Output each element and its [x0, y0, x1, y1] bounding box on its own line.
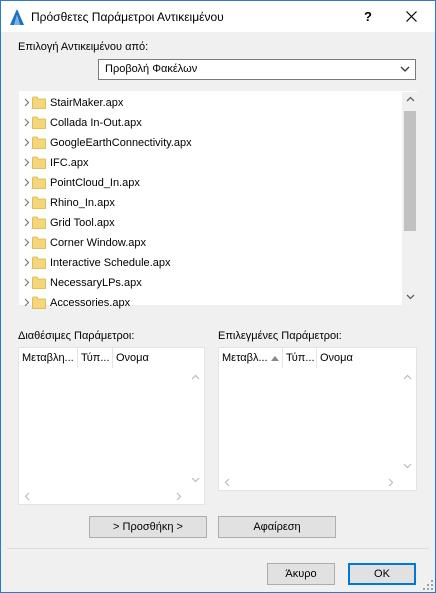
tree-item-label: Collada In-Out.apx — [50, 117, 142, 129]
folder-icon — [32, 96, 46, 109]
selected-params-label: Επιλεγμένες Παράμετροι: — [218, 330, 342, 342]
chevron-right-icon[interactable] — [24, 278, 30, 287]
folder-icon — [32, 136, 46, 149]
scroll-down-icon[interactable] — [191, 477, 200, 483]
available-params-list[interactable]: Μεταβλη... Τύπ... Ονομα — [18, 347, 205, 505]
tree-item[interactable]: Collada In-Out.apx — [20, 113, 400, 133]
tree-item[interactable]: NecessaryLPs.apx — [20, 273, 400, 293]
tree-item[interactable]: Corner Window.apx — [20, 233, 400, 253]
column-header-variable[interactable]: Μεταβλη... — [19, 348, 78, 368]
scroll-up-icon[interactable] — [191, 374, 200, 380]
chevron-right-icon[interactable] — [24, 178, 30, 187]
column-header-variable-label: Μεταβλ... — [222, 352, 268, 364]
tree-item[interactable]: Grid Tool.apx — [20, 213, 400, 233]
help-button[interactable]: ? — [351, 3, 385, 30]
tree-item-label: Interactive Schedule.apx — [50, 257, 171, 269]
tree-item-label: IFC.apx — [50, 157, 89, 169]
folder-icon — [32, 176, 46, 189]
scroll-right-icon[interactable] — [388, 478, 394, 487]
resize-grip-icon[interactable] — [423, 580, 433, 590]
tree-item-label: Grid Tool.apx — [50, 217, 115, 229]
chevron-right-icon[interactable] — [24, 258, 30, 267]
source-label: Επιλογή Αντικειμένου από: — [18, 41, 149, 53]
ok-button[interactable]: OK — [348, 563, 416, 585]
sort-ascending-icon — [270, 355, 279, 361]
scroll-down-icon[interactable] — [406, 294, 415, 300]
tree-item-label: Corner Window.apx — [50, 237, 146, 249]
column-header-name[interactable]: Ονομα — [113, 348, 189, 368]
tree-item[interactable]: IFC.apx — [20, 153, 400, 173]
folder-icon — [32, 256, 46, 269]
selected-list-vscroll[interactable] — [399, 368, 416, 473]
folder-icon — [32, 216, 46, 229]
tree-item-label: Accessories.apx — [50, 297, 131, 309]
close-button[interactable] — [391, 3, 431, 30]
folder-icon — [32, 196, 46, 209]
title-bar: Πρόσθετες Παράμετροι Αντικειμένου ? — [1, 1, 435, 32]
scroll-left-icon[interactable] — [24, 492, 30, 501]
chevron-right-icon[interactable] — [24, 118, 30, 127]
source-dropdown[interactable]: Προβολή Φακέλων — [98, 59, 416, 80]
tree-item[interactable]: Rhino_In.apx — [20, 193, 400, 213]
chevron-right-icon[interactable] — [24, 198, 30, 207]
scroll-up-icon[interactable] — [403, 374, 412, 380]
object-tree[interactable]: StairMaker.apx Collada In-Out.apx GoogleEa… — [19, 91, 418, 309]
tree-scrollbar[interactable] — [402, 92, 418, 306]
scroll-down-icon[interactable] — [403, 463, 412, 469]
remove-button[interactable]: Αφαίρεση — [218, 516, 336, 538]
available-params-label: Διαθέσιμες Παράμετροι: — [18, 330, 135, 342]
chevron-right-icon[interactable] — [24, 158, 30, 167]
chevron-right-icon[interactable] — [24, 138, 30, 147]
folder-icon — [32, 276, 46, 289]
selected-list-hscroll[interactable] — [219, 473, 416, 490]
footer-separator — [7, 548, 429, 549]
scroll-right-icon[interactable] — [176, 492, 182, 501]
available-list-hscroll[interactable] — [19, 487, 204, 504]
folder-icon — [32, 236, 46, 249]
tree-item[interactable]: StairMaker.apx — [20, 93, 400, 113]
scroll-left-icon[interactable] — [224, 478, 230, 487]
tree-item[interactable]: Accessories.apx — [20, 293, 400, 313]
selected-params-list[interactable]: Μεταβλ... Τύπ... Ονομα — [218, 347, 417, 491]
source-dropdown-value: Προβολή Φακέλων — [105, 63, 198, 75]
column-header-variable[interactable]: Μεταβλ... — [219, 348, 283, 368]
tree-item[interactable]: GoogleEarthConnectivity.apx — [20, 133, 400, 153]
cancel-button[interactable]: Άκυρο — [267, 563, 335, 585]
chevron-down-icon — [400, 66, 410, 72]
app-logo-icon — [10, 9, 24, 25]
window-title: Πρόσθετες Παράμετροι Αντικειμένου — [31, 10, 224, 24]
column-header-type[interactable]: Τύπ... — [78, 348, 113, 368]
scroll-thumb[interactable] — [404, 111, 416, 231]
available-list-vscroll[interactable] — [187, 368, 204, 487]
column-header-name[interactable]: Ονομα — [317, 348, 400, 368]
tree-item-label: NecessaryLPs.apx — [50, 277, 142, 289]
folder-icon — [32, 116, 46, 129]
folder-icon — [32, 296, 46, 309]
tree-item[interactable]: PointCloud_In.apx — [20, 173, 400, 193]
tree-item-label: Rhino_In.apx — [50, 197, 115, 209]
add-button[interactable]: > Προσθήκη > — [89, 516, 207, 538]
folder-icon — [32, 156, 46, 169]
tree-item[interactable]: Interactive Schedule.apx — [20, 253, 400, 273]
tree-item-label: StairMaker.apx — [50, 97, 124, 109]
close-icon — [405, 10, 417, 22]
scroll-up-icon[interactable] — [406, 96, 415, 102]
tree-item-label: PointCloud_In.apx — [50, 177, 140, 189]
tree-item-label: GoogleEarthConnectivity.apx — [50, 137, 192, 149]
chevron-right-icon[interactable] — [24, 298, 30, 307]
chevron-right-icon[interactable] — [24, 98, 30, 107]
dialog-window: Πρόσθετες Παράμετροι Αντικειμένου ? Επιλ… — [0, 0, 436, 593]
chevron-right-icon[interactable] — [24, 238, 30, 247]
chevron-right-icon[interactable] — [24, 218, 30, 227]
column-header-type[interactable]: Τύπ... — [283, 348, 317, 368]
